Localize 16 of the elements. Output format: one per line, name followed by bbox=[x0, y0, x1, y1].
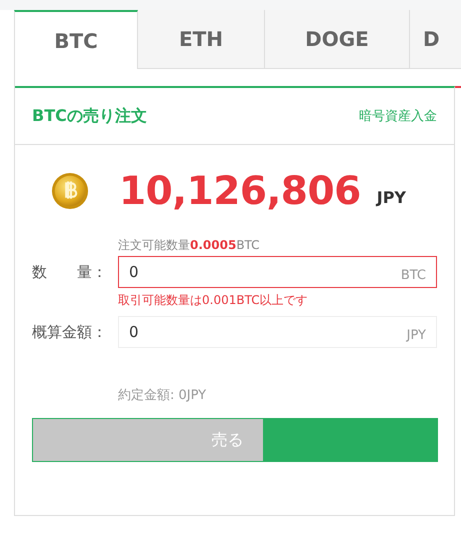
field-label: 概算金額： bbox=[32, 322, 108, 343]
bitcoin-coin-icon bbox=[51, 172, 89, 210]
price-value: 10,126,806 bbox=[119, 168, 361, 214]
currency-tab[interactable]: D bbox=[410, 10, 461, 69]
available-quantity: 注文可能数量0.0005BTC bbox=[118, 237, 261, 254]
panel-title: BTCの売り注文 bbox=[32, 106, 147, 126]
deposit-link[interactable]: 暗号資産入金 bbox=[359, 107, 437, 125]
input-field[interactable]: 0 BTC bbox=[118, 256, 437, 288]
currency-tab[interactable]: ETH bbox=[138, 10, 265, 69]
price-unit: JPY bbox=[376, 188, 406, 206]
currency-tab[interactable]: DOGE bbox=[265, 10, 410, 69]
field-label: 数 量： bbox=[32, 262, 108, 283]
currency-tab[interactable]: BTC bbox=[14, 10, 138, 69]
contract-amount: 約定金額: 0JPY bbox=[118, 387, 208, 404]
input-field[interactable]: 0 JPY bbox=[118, 316, 437, 348]
error-message: 取引可能数量は0.001BTC以上です bbox=[118, 292, 309, 309]
